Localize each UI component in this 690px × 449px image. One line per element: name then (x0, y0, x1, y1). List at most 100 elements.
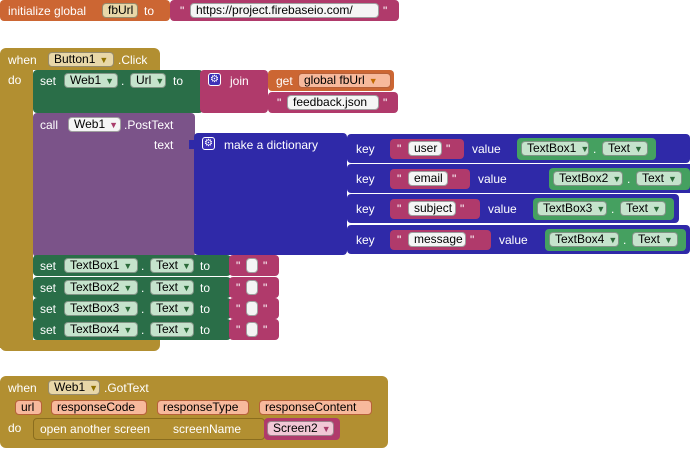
set-url-component-dropdown[interactable]: Web1 ▼ (64, 73, 118, 88)
empty-quote-open: " (236, 323, 241, 337)
clear-component-dropdown[interactable]: TextBox4 ▼ (64, 322, 138, 337)
pair-textbox-dot: . (611, 202, 615, 216)
gottext-do-label: do (8, 421, 22, 435)
pair-key-quote-open: " (397, 233, 402, 247)
pair-key-quote-close: " (446, 142, 451, 156)
join-mutator-gear-icon[interactable]: ⚙ (208, 73, 221, 86)
empty-quote-open: " (236, 302, 241, 316)
clear-set-label: set (40, 281, 57, 295)
pair-key-field[interactable]: subject (408, 201, 456, 216)
join-label: join (230, 74, 249, 88)
call-label: call (40, 118, 59, 132)
clear-component-dropdown[interactable]: TextBox3 ▼ (64, 301, 138, 316)
clear-component-dropdown[interactable]: TextBox1 ▼ (64, 258, 138, 273)
empty-quote-open: " (236, 281, 241, 295)
pair-value-label: value (499, 233, 528, 247)
click-component-dropdown[interactable]: Button1 ▼ (48, 52, 114, 67)
click-event-name: .Click (118, 53, 148, 67)
pair-value-label: value (488, 202, 517, 216)
global-var-name-field[interactable]: fbUrl (102, 3, 138, 18)
gottext-param-responsecontent[interactable]: responseContent (259, 400, 372, 415)
pair-textbox-dot: . (627, 172, 631, 186)
pair-key-label: key (356, 172, 375, 186)
gottext-param-responsetype[interactable]: responseType (157, 400, 249, 415)
gottext-param-responsecode[interactable]: responseCode (51, 400, 147, 415)
empty-text-field[interactable] (246, 322, 258, 337)
empty-text-field[interactable] (246, 280, 258, 295)
click-when-label: when (8, 53, 37, 67)
clear-dot: . (141, 323, 145, 337)
empty-quote-close: " (263, 323, 268, 337)
gottext-param-url[interactable]: url (15, 400, 42, 415)
clear-set-label: set (40, 323, 57, 337)
clear-component-dropdown[interactable]: TextBox2 ▼ (64, 280, 138, 295)
call-component-dropdown[interactable]: Web1 ▼ (68, 117, 121, 132)
gottext-component-dropdown[interactable]: Web1 ▼ (48, 380, 100, 395)
clear-set-label: set (40, 259, 57, 273)
get-label: get (276, 74, 293, 88)
clear-to-label: to (200, 302, 211, 316)
pair-key-quote-close: " (470, 233, 475, 247)
global-to-label: to (144, 4, 155, 18)
pair-textbox-component-dropdown[interactable]: TextBox3 ▼ (537, 201, 607, 216)
pair-textbox-component-dropdown[interactable]: TextBox2 ▼ (553, 171, 623, 186)
call-web1-posttext-block[interactable] (33, 113, 195, 257)
pair-textbox-component-dropdown[interactable]: TextBox1 ▼ (521, 141, 589, 156)
call-method-name: .PostText (124, 118, 174, 132)
pair-textbox-dot: . (623, 233, 627, 247)
pair-key-field[interactable]: user (408, 141, 442, 156)
clear-dot: . (141, 259, 145, 273)
feedback-quote-open: " (277, 96, 282, 110)
set-url-set-label: set (40, 74, 57, 88)
clear-to-label: to (200, 323, 211, 337)
open-screen-label: open another screen (40, 422, 151, 436)
pair-textbox-property-dropdown[interactable]: Text ▼ (636, 171, 682, 186)
pair-key-field[interactable]: message (408, 232, 466, 247)
pair-textbox-property-dropdown[interactable]: Text ▼ (602, 141, 648, 156)
pair-key-quote-open: " (397, 142, 402, 156)
url-quote-close: " (383, 4, 388, 18)
empty-quote-close: " (263, 302, 268, 316)
screen-name-arg-label: screenName (173, 422, 242, 436)
empty-text-field[interactable] (246, 258, 258, 273)
pair-key-quote-open: " (397, 172, 402, 186)
feedback-json-field[interactable]: feedback.json (287, 95, 379, 110)
empty-quote-open: " (236, 259, 241, 273)
pair-textbox-property-dropdown[interactable]: Text ▼ (620, 201, 666, 216)
url-quote-open: " (180, 4, 185, 18)
pair-key-label: key (356, 142, 375, 156)
set-url-to-label: to (173, 74, 184, 88)
empty-quote-close: " (263, 281, 268, 295)
pair-key-label: key (356, 202, 375, 216)
set-url-property-dropdown[interactable]: Url ▼ (130, 73, 166, 88)
dictionary-mutator-gear-icon[interactable]: ⚙ (202, 137, 215, 150)
pair-value-label: value (478, 172, 507, 186)
set-url-dot: . (121, 74, 125, 88)
clear-property-dropdown[interactable]: Text ▼ (150, 301, 194, 316)
pair-textbox-property-dropdown[interactable]: Text ▼ (632, 232, 678, 247)
clear-property-dropdown[interactable]: Text ▼ (150, 280, 194, 295)
clear-property-dropdown[interactable]: Text ▼ (150, 322, 194, 337)
clear-dot: . (141, 281, 145, 295)
get-variable-dropdown[interactable]: global fbUrl ▼ (298, 73, 391, 88)
pair-textbox-dot: . (593, 142, 597, 156)
posttext-text-arg-label: text (154, 138, 174, 152)
clear-property-dropdown[interactable]: Text ▼ (150, 258, 194, 273)
pair-key-label: key (356, 233, 375, 247)
pair-key-quote-close: " (452, 172, 457, 186)
pair-key-quote-open: " (397, 202, 402, 216)
feedback-quote-close: " (383, 96, 388, 110)
pair-textbox-component-dropdown[interactable]: TextBox4 ▼ (549, 232, 619, 247)
clear-dot: . (141, 302, 145, 316)
initialize-global-label: initialize global (8, 4, 87, 18)
button1-click-event-spine (0, 68, 33, 348)
clear-set-label: set (40, 302, 57, 316)
pair-key-field[interactable]: email (408, 171, 448, 186)
button1-click-event-foot (0, 340, 160, 351)
pair-key-quote-close: " (460, 202, 465, 216)
make-dictionary-label: make a dictionary (224, 138, 319, 152)
clear-to-label: to (200, 281, 211, 295)
url-text-field[interactable]: https://project.firebaseio.com/ (190, 3, 379, 18)
screen-name-dropdown[interactable]: Screen2 ▼ (267, 421, 334, 436)
empty-text-field[interactable] (246, 301, 258, 316)
